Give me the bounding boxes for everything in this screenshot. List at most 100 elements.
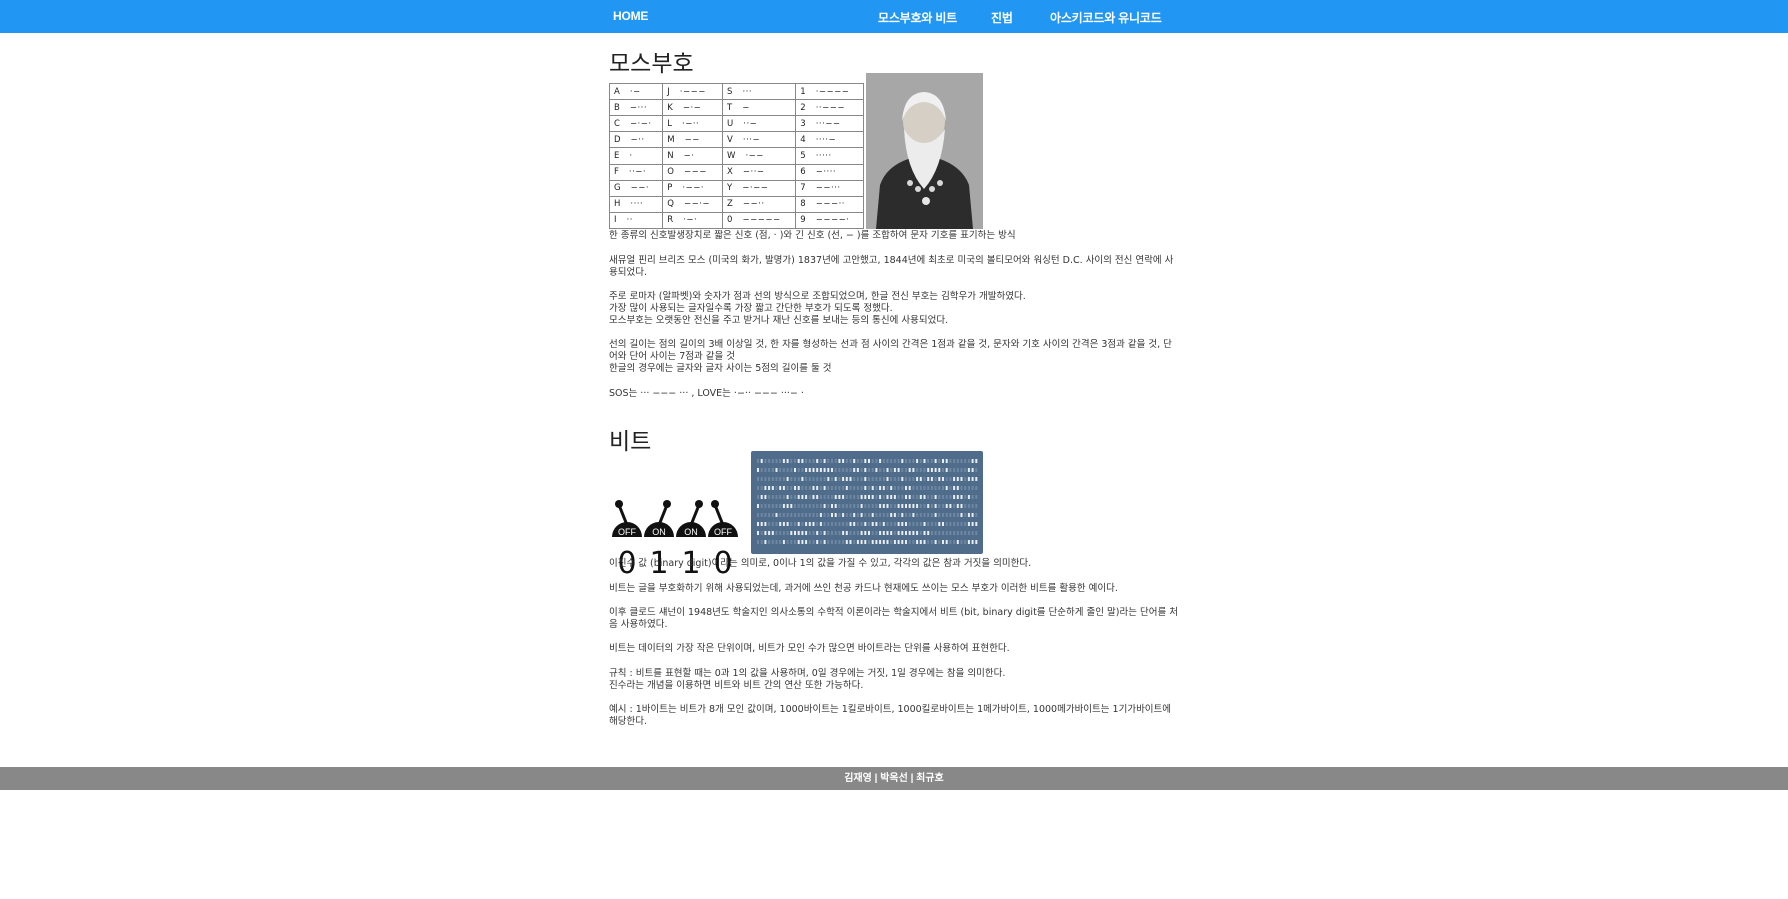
morse-table-cell: 2 ··−−− [795, 99, 864, 117]
punch-hole [757, 513, 759, 517]
punch-hole [864, 495, 867, 499]
punch-hole [912, 468, 915, 472]
punch-hole [927, 486, 930, 490]
punch-hole [805, 468, 808, 472]
punch-hole [971, 540, 974, 544]
punch-hole [967, 531, 970, 535]
punch-hole [764, 477, 767, 481]
punch-hole [919, 468, 922, 472]
punch-hole [808, 486, 811, 490]
punch-hole [949, 531, 952, 535]
punch-hole [838, 495, 841, 499]
punch-hole [942, 531, 944, 535]
punch-hole [779, 513, 782, 517]
punch-hole [882, 468, 885, 472]
punch-hole [764, 513, 767, 517]
punch-hole [967, 513, 970, 517]
punch-hole [930, 468, 933, 472]
punch-hole [897, 495, 900, 499]
punch-hole [853, 531, 856, 535]
morse-table-row: B −··· K −·− T −2 ··−−− [608, 99, 864, 117]
morse-code: ··−−− [815, 102, 845, 113]
morse-letter: K [667, 102, 673, 113]
punch-hole [801, 459, 804, 463]
punch-hole [860, 468, 863, 472]
punch-hole [882, 522, 885, 526]
punch-hole [856, 531, 859, 535]
morse-table-cell: 0 −−−−− [722, 211, 797, 230]
punch-hole [893, 504, 896, 508]
punch-hole [779, 522, 782, 526]
punch-hole [845, 477, 848, 481]
punch-hole [808, 531, 811, 535]
punch-hole [790, 522, 793, 526]
nav-base-link[interactable]: 진법 [991, 9, 1013, 26]
morse-paragraph-4a: 선의 길이는 점의 길이의 3배 이상일 것, 한 자를 형성하는 선과 점 사… [609, 339, 1172, 362]
punch-hole [875, 477, 878, 481]
punch-hole [823, 459, 826, 463]
punch-hole [838, 522, 841, 526]
punch-hole [893, 531, 896, 535]
morse-table-cell: Z −−·· [722, 195, 797, 213]
punch-hole [757, 540, 759, 544]
morse-letter: I [614, 215, 617, 226]
punch-hole [786, 522, 789, 526]
punch-hole [923, 540, 926, 544]
punch-hole [797, 531, 800, 535]
punch-hole [842, 531, 845, 535]
nav-home-link[interactable]: HOME [613, 9, 648, 23]
nav-ascii-unicode-link[interactable]: 아스키코드와 유니코드 [1050, 9, 1162, 26]
punch-hole [971, 504, 974, 508]
punch-hole [834, 531, 837, 535]
punch-hole [960, 540, 963, 544]
punch-hole [831, 477, 833, 481]
punch-hole [805, 459, 808, 463]
punch-hole [864, 459, 867, 463]
punch-hole [834, 495, 837, 499]
morse-letter: P [667, 183, 673, 194]
punch-hole [893, 522, 896, 526]
punch-hole [779, 531, 782, 535]
punch-hole [790, 513, 793, 517]
punch-hole [760, 540, 763, 544]
punch-hole [757, 531, 759, 535]
punch-hole [956, 513, 959, 517]
punch-hole [805, 495, 808, 499]
morse-table-cell: 4 ····− [795, 131, 864, 149]
punch-hole [868, 531, 870, 535]
bit-paragraph-4a: 규칙 : 비트를 표현할 때는 0과 1의 값을 사용하며, 0일 경우에는 거… [609, 668, 1006, 679]
punch-hole [960, 459, 963, 463]
punch-hole [812, 540, 815, 544]
punch-hole [768, 468, 771, 472]
punch-hole [790, 477, 793, 481]
morse-table-cell: D −·· [608, 131, 664, 149]
punch-hole [905, 486, 907, 490]
punch-hole [845, 468, 848, 472]
morse-table-cell: 7 −−··· [795, 179, 864, 197]
morse-table-cell: B −··· [608, 99, 664, 117]
morse-letter: E [614, 150, 620, 161]
switches-svg: OFF0ON1ON1OFF0 [612, 500, 738, 581]
punch-hole [779, 486, 782, 490]
morse-table-row: I ·· R ·−· 0 −−−−− 9 −−−−· [608, 211, 864, 230]
nav-morse-bit-link[interactable]: 모스부호와 비트 [878, 9, 957, 26]
punch-hole [760, 531, 763, 535]
punch-hole [916, 531, 919, 535]
punch-hole [760, 459, 763, 463]
punch-hole [971, 486, 974, 490]
punch-hole [768, 504, 771, 508]
bit-paragraph-5: 예시 : 1바이트는 비트가 8개 모인 값이며, 1000바이트는 1킬로바이… [609, 704, 1172, 727]
punch-hole [782, 513, 785, 517]
punch-hole [808, 522, 811, 526]
punch-hole [827, 540, 830, 544]
punch-hole [794, 504, 796, 508]
punch-hole [871, 513, 874, 517]
punch-hole [975, 540, 978, 544]
switch-state-label: OFF [714, 527, 732, 537]
punch-hole [893, 540, 896, 544]
punch-hole [923, 495, 926, 499]
punch-hole [768, 486, 771, 490]
punch-hole [768, 513, 771, 517]
punch-card-image [751, 451, 983, 554]
punch-hole [782, 504, 785, 508]
